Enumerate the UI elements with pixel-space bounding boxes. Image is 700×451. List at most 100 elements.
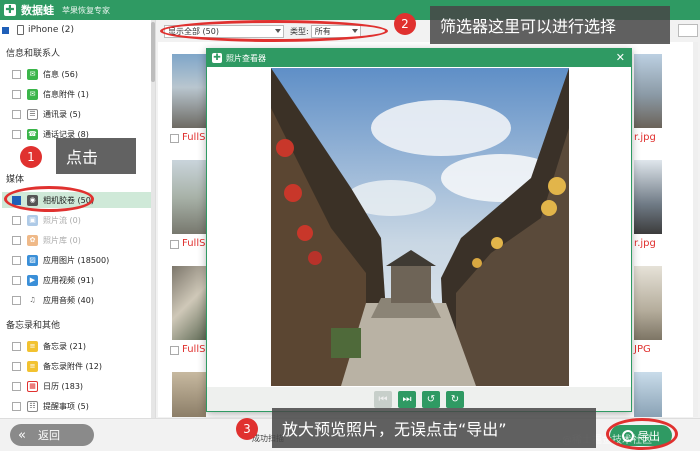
photo-library-icon: ✿	[27, 234, 38, 246]
sidebar-item-label: 应用音频 (40)	[43, 295, 94, 305]
checkbox[interactable]	[12, 275, 21, 285]
photo-filename: FullS	[182, 238, 206, 249]
sidebar: iPhone (2) 信息和联系人 ✉ 信息 (56) ✉ 信息附件 (1) ☰…	[0, 20, 156, 418]
photo-thumbnail[interactable]	[634, 266, 662, 340]
close-icon[interactable]: ✕	[616, 51, 625, 64]
sidebar-item-label: 提醒事项 (5)	[43, 401, 89, 411]
photo-checkbox[interactable]	[170, 240, 179, 249]
photo-thumbnail[interactable]	[172, 54, 206, 128]
phone-icon: ☎	[27, 128, 38, 140]
checkbox[interactable]	[12, 255, 21, 265]
step-badge-2: 2	[394, 13, 416, 35]
viewer-title: 照片查看器	[226, 53, 266, 63]
street-photo-image	[271, 68, 569, 386]
checkbox[interactable]	[12, 341, 21, 351]
frog-logo-icon: ✚	[212, 53, 222, 63]
sidebar-item-label: 信息附件 (1)	[43, 89, 89, 99]
reminder-icon: ☷	[27, 400, 38, 412]
sidebar-item-notes-attachments[interactable]: ≡ 备忘录附件 (12)	[12, 358, 102, 374]
checkbox[interactable]	[12, 69, 21, 79]
highlight-ring-export	[606, 418, 678, 450]
attachment-icon: ✉	[27, 88, 38, 100]
sidebar-item-reminders[interactable]: ☷ 提醒事项 (5)	[12, 398, 89, 414]
photo-thumbnail[interactable]	[172, 266, 206, 340]
callout-3: 放大预览照片，无误点击“导出”	[272, 408, 596, 448]
photo-checkbox[interactable]	[170, 346, 179, 355]
sidebar-item-contacts[interactable]: ☰ 通讯录 (5)	[12, 106, 81, 122]
step-badge-3: 3	[236, 418, 258, 440]
highlight-ring-filter	[160, 20, 388, 42]
sidebar-item-app-images[interactable]: ▨ 应用图片 (18500)	[12, 252, 109, 268]
message-icon: ✉	[27, 68, 38, 80]
sidebar-item-label: 照片库 (0)	[43, 235, 81, 245]
sidebar-item-app-audio[interactable]: ♫ 应用音频 (40)	[12, 292, 94, 308]
photo-filename: r.jpg	[634, 238, 656, 249]
photo-thumbnail[interactable]	[172, 372, 206, 417]
viewer-title-bar: ✚ 照片查看器 ✕	[207, 49, 631, 67]
device-label: iPhone (2)	[28, 25, 74, 35]
sidebar-item-label: 备忘录附件 (12)	[43, 361, 102, 371]
checkbox[interactable]	[12, 401, 21, 411]
sidebar-item-photo-library[interactable]: ✿ 照片库 (0)	[12, 232, 81, 248]
checkbox[interactable]	[12, 295, 21, 305]
device-checkbox[interactable]	[2, 26, 9, 34]
section-media: 媒体	[6, 175, 25, 185]
photo-filename: JPG	[634, 344, 651, 355]
first-photo-button[interactable]: ⏮	[374, 390, 392, 408]
sidebar-item-calendar[interactable]: ▦ 日历 (183)	[12, 378, 83, 394]
app-logo: ✚ 数据蛙	[4, 2, 54, 18]
sidebar-item-notes[interactable]: ≡ 备忘录 (21)	[12, 338, 86, 354]
grid-scrollbar[interactable]	[693, 42, 698, 417]
photo-thumbnail[interactable]	[634, 54, 662, 128]
preview-photo	[271, 68, 569, 386]
sidebar-item-label: 应用视频 (91)	[43, 275, 94, 285]
checkbox[interactable]	[12, 109, 21, 119]
photo-filename: FullS	[182, 344, 206, 355]
checkbox[interactable]	[12, 235, 21, 245]
notes-icon: ≡	[27, 340, 38, 352]
photo-thumbnail[interactable]	[634, 160, 662, 234]
app-subtitle: 苹果恢复专家	[62, 5, 110, 15]
double-chevron-left-icon: «	[18, 427, 26, 443]
photo-viewer-dialog: ✚ 照片查看器 ✕ ⏮ ⏭ ↺ ↻	[206, 48, 632, 412]
sidebar-item-label: 日历 (183)	[43, 381, 84, 391]
sidebar-item-photo-stream[interactable]: ▣ 照片流 (0)	[12, 212, 81, 228]
sidebar-item-messages[interactable]: ✉ 信息 (56)	[12, 66, 78, 82]
photo-filename: r.jpg	[634, 132, 656, 143]
app-image-icon: ▨	[27, 254, 38, 266]
next-photo-button[interactable]: ⏭	[398, 390, 416, 408]
checkbox[interactable]	[12, 381, 21, 391]
photo-thumbnail[interactable]	[172, 160, 206, 234]
callout-2: 筛选器这里可以进行选择	[430, 6, 670, 44]
checkbox[interactable]	[12, 215, 21, 225]
section-messages: 信息和联系人	[6, 49, 61, 59]
rotate-right-button[interactable]: ↻	[446, 390, 464, 408]
device-row[interactable]: iPhone (2)	[2, 24, 74, 36]
photo-checkbox[interactable]	[170, 134, 179, 143]
back-button[interactable]: « 返回	[10, 424, 94, 446]
photostream-icon: ▣	[27, 214, 38, 226]
sidebar-item-label: 应用图片 (18500)	[43, 255, 110, 265]
sidebar-item-label: 通讯录 (5)	[43, 109, 81, 119]
sidebar-item-label: 信息 (56)	[43, 69, 78, 79]
photo-thumbnail[interactable]	[634, 372, 662, 417]
step-badge-1: 1	[20, 146, 42, 168]
highlight-ring-camera-roll	[4, 186, 94, 212]
search-input[interactable]	[678, 24, 698, 37]
section-notes: 备忘录和其他	[6, 321, 61, 331]
sidebar-item-label: 备忘录 (21)	[43, 341, 86, 351]
sidebar-item-label: 照片流 (0)	[43, 215, 81, 225]
checkbox[interactable]	[12, 129, 21, 139]
app-video-icon: ▶	[27, 274, 38, 286]
contacts-icon: ☰	[27, 108, 38, 120]
sidebar-item-message-attachments[interactable]: ✉ 信息附件 (1)	[12, 86, 89, 102]
sidebar-item-app-videos[interactable]: ▶ 应用视频 (91)	[12, 272, 94, 288]
scrollbar-thumb[interactable]	[151, 22, 155, 82]
app-audio-icon: ♫	[27, 294, 38, 306]
iphone-icon	[17, 25, 24, 35]
sidebar-scrollbar[interactable]	[151, 20, 155, 418]
calendar-icon: ▦	[27, 380, 38, 392]
rotate-left-button[interactable]: ↺	[422, 390, 440, 408]
checkbox[interactable]	[12, 89, 21, 99]
checkbox[interactable]	[12, 361, 21, 371]
